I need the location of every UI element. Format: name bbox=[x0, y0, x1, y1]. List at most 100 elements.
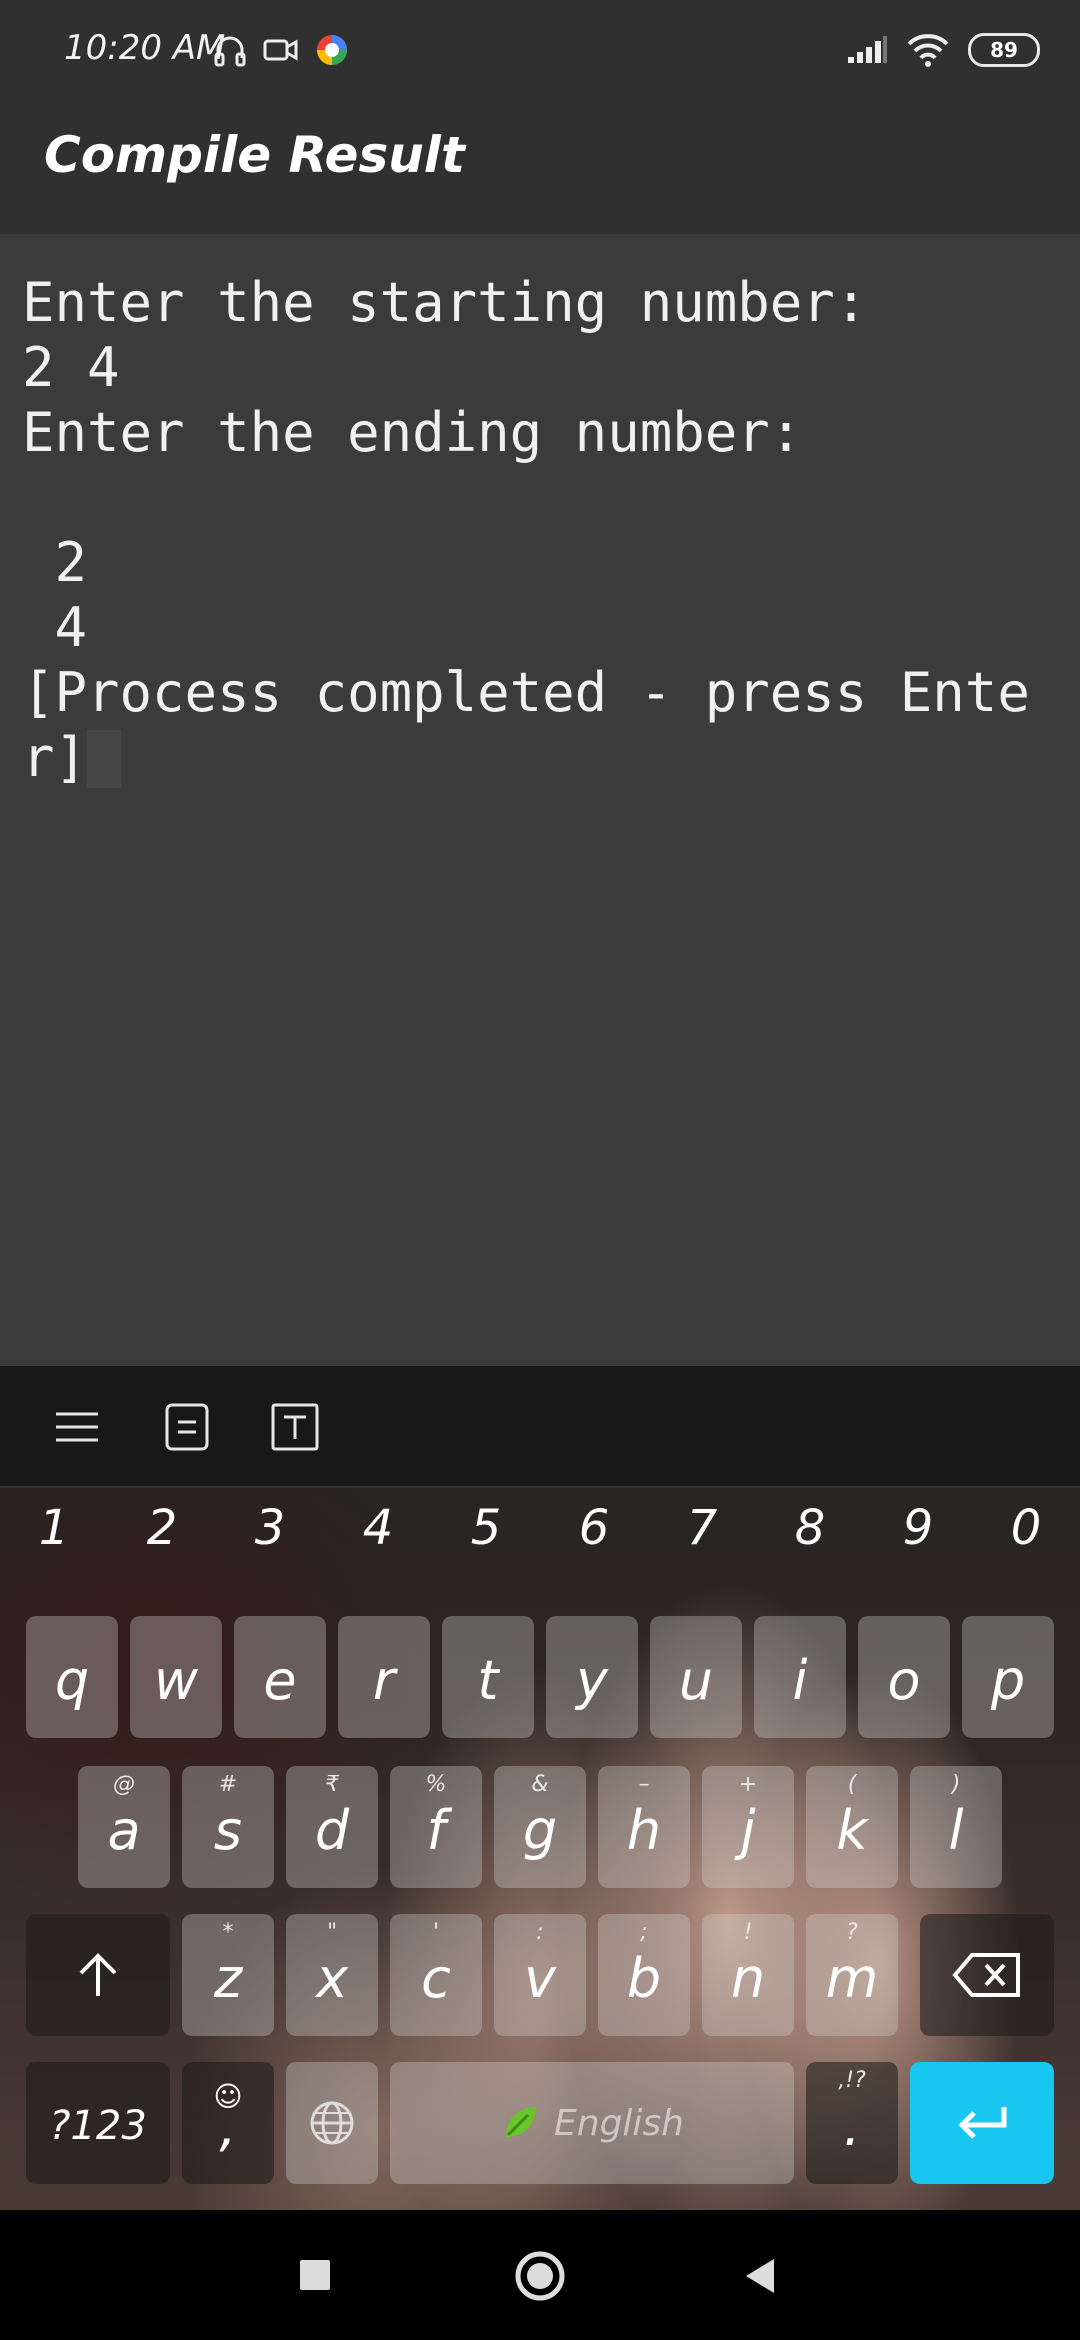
page-title: Compile Result bbox=[44, 126, 465, 184]
key-label: p bbox=[990, 1648, 1026, 1712]
key-label: e bbox=[263, 1648, 297, 1712]
key-m[interactable]: ? m bbox=[806, 1914, 898, 2036]
key-hint: & bbox=[531, 1772, 549, 1797]
status-time: 10:20 AM bbox=[64, 28, 226, 68]
number-key[interactable]: 9 bbox=[864, 1500, 972, 1556]
key-label: w bbox=[153, 1648, 199, 1712]
key-t[interactable]: t bbox=[442, 1616, 534, 1738]
space-label: English bbox=[554, 2102, 684, 2144]
number-key[interactable]: 8 bbox=[756, 1500, 864, 1556]
key-x[interactable]: " x bbox=[286, 1914, 378, 2036]
key-label: i bbox=[792, 1648, 808, 1712]
key-r[interactable]: r bbox=[338, 1616, 430, 1738]
key-g[interactable]: & g bbox=[494, 1766, 586, 1888]
key-label: o bbox=[887, 1648, 921, 1712]
key-o[interactable]: o bbox=[858, 1616, 950, 1738]
key-q[interactable]: q bbox=[26, 1616, 118, 1738]
key-h[interactable]: – h bbox=[598, 1766, 690, 1888]
key-e[interactable]: e bbox=[234, 1616, 326, 1738]
home-circle-icon[interactable] bbox=[514, 2250, 566, 2302]
key-p[interactable]: p bbox=[962, 1616, 1054, 1738]
key-s[interactable]: # s bbox=[182, 1766, 274, 1888]
navigation-bar bbox=[0, 2210, 1080, 2340]
key-hint: @ bbox=[113, 1772, 135, 1797]
leaf-icon bbox=[506, 2107, 536, 2137]
soft-keyboard: 1234567890 q w e r t y u i o p @ a # s ₹ d% f & g – h + j(k) l *… bbox=[0, 1366, 1080, 2210]
key-j[interactable]: + j bbox=[702, 1766, 794, 1888]
number-row: 1234567890 bbox=[0, 1488, 1080, 1588]
key-d[interactable]: ₹ d bbox=[286, 1766, 378, 1888]
number-key[interactable]: 1 bbox=[0, 1500, 108, 1556]
period-key[interactable]: ,!?. bbox=[806, 2062, 898, 2184]
key-c[interactable]: ' c bbox=[390, 1914, 482, 2036]
console-line: r] bbox=[22, 726, 88, 789]
number-key[interactable]: 5 bbox=[432, 1500, 540, 1556]
key-f[interactable]: % f bbox=[390, 1766, 482, 1888]
key-label: v bbox=[524, 1946, 556, 2010]
key-label: g bbox=[522, 1798, 558, 1862]
key-label: l bbox=[948, 1798, 964, 1862]
key-hint: ! bbox=[743, 1920, 753, 1945]
number-key[interactable]: 0 bbox=[972, 1500, 1080, 1556]
shift-key[interactable] bbox=[26, 1914, 170, 2036]
key-u[interactable]: u bbox=[650, 1616, 742, 1738]
number-key[interactable]: 4 bbox=[324, 1500, 432, 1556]
recents-square-icon[interactable] bbox=[298, 2258, 332, 2292]
key-label: r bbox=[372, 1648, 396, 1712]
key-hint: ? bbox=[846, 1920, 858, 1945]
key-hint: " bbox=[326, 1920, 338, 1945]
key-label: j bbox=[740, 1798, 756, 1862]
console-output[interactable]: Enter the starting number: 2 4 Enter the… bbox=[0, 234, 1080, 1366]
enter-key[interactable] bbox=[910, 2062, 1054, 2184]
key-n[interactable]: ! n bbox=[702, 1914, 794, 2036]
menu-icon[interactable] bbox=[52, 1402, 102, 1452]
key-i[interactable]: i bbox=[754, 1616, 846, 1738]
key-a[interactable]: @ a bbox=[78, 1766, 170, 1888]
status-system-icons: 89 bbox=[846, 28, 1040, 72]
number-key[interactable]: 3 bbox=[216, 1500, 324, 1556]
key-label: y bbox=[576, 1648, 608, 1712]
signal-icon bbox=[848, 36, 887, 63]
key-label: . bbox=[843, 2094, 861, 2158]
key-k[interactable]: (k bbox=[806, 1766, 898, 1888]
number-key[interactable]: 6 bbox=[540, 1500, 648, 1556]
wifi-icon bbox=[907, 34, 949, 67]
console-line: 2 bbox=[22, 531, 88, 594]
key-b[interactable]: ; b bbox=[598, 1914, 690, 2036]
emoji-comma-key[interactable]: , ☺ bbox=[182, 2062, 274, 2184]
key-hint: ₹ bbox=[325, 1772, 339, 1797]
key-label: z bbox=[213, 1946, 243, 2010]
backspace-icon bbox=[952, 1953, 1020, 1997]
key-hint: ' bbox=[432, 1920, 440, 1945]
google-app-icon bbox=[317, 35, 347, 65]
key-w[interactable]: w bbox=[130, 1616, 222, 1738]
backspace-key[interactable] bbox=[920, 1914, 1054, 2036]
key-label: f bbox=[426, 1798, 446, 1862]
key-label: u bbox=[678, 1648, 714, 1712]
console-line: Enter the starting number: bbox=[22, 271, 868, 334]
headphones-icon bbox=[214, 36, 246, 67]
language-key[interactable] bbox=[286, 2062, 378, 2184]
number-key[interactable]: 7 bbox=[648, 1500, 756, 1556]
status-notification-icons bbox=[212, 30, 350, 70]
key-label: n bbox=[730, 1946, 766, 2010]
key-v[interactable]: :v bbox=[494, 1914, 586, 2036]
back-triangle-icon[interactable] bbox=[742, 2256, 778, 2296]
key-hint: ,!? bbox=[838, 2068, 866, 2093]
keyboard-toolbar bbox=[0, 1366, 1080, 1488]
key-hint: ) bbox=[951, 1772, 961, 1797]
key-z[interactable]: * z bbox=[182, 1914, 274, 2036]
key-label: c bbox=[421, 1946, 451, 2010]
console-text: Enter the starting number: 2 4 Enter the… bbox=[22, 270, 1030, 790]
key-l[interactable]: ) l bbox=[910, 1766, 1002, 1888]
status-bar: 10:20 AM 89 bbox=[0, 0, 1080, 100]
emoji-icon: ☺ bbox=[213, 2080, 243, 2113]
space-bar[interactable]: English bbox=[390, 2062, 794, 2184]
key-hint: ; bbox=[640, 1920, 648, 1945]
text-format-icon[interactable] bbox=[270, 1402, 320, 1452]
video-camera-icon bbox=[263, 39, 298, 61]
clipboard-icon[interactable] bbox=[162, 1402, 212, 1452]
key-y[interactable]: y bbox=[546, 1616, 638, 1738]
number-key[interactable]: 2 bbox=[108, 1500, 216, 1556]
symbols-key[interactable]: ?123 bbox=[26, 2062, 170, 2184]
